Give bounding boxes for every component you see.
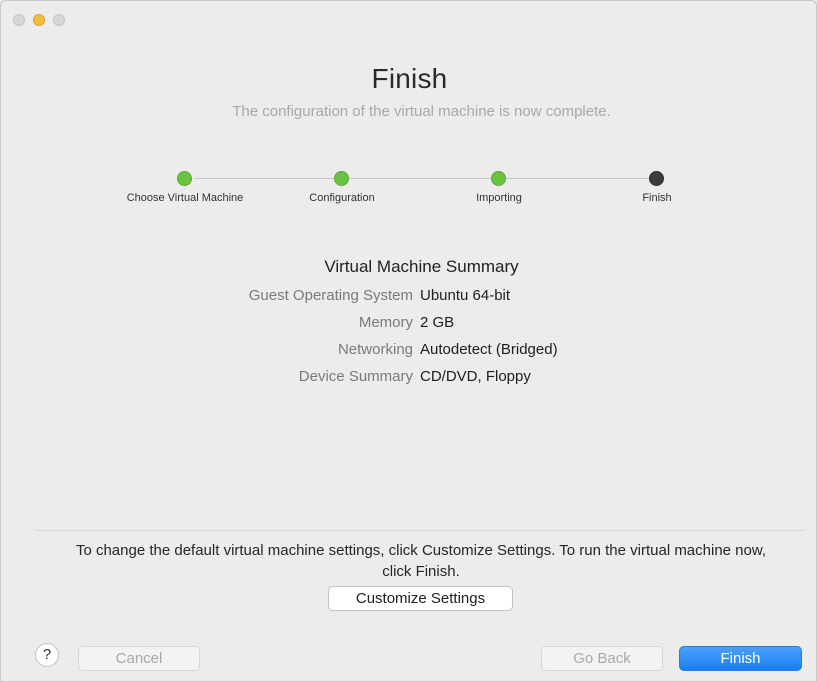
step-connector [349, 178, 491, 179]
finish-button[interactable]: Finish [679, 646, 802, 671]
summary-row-memory: Memory 2 GB [1, 314, 816, 336]
step-label-finish: Finish [642, 192, 672, 204]
summary-key: Guest Operating System [248, 287, 413, 304]
close-window-button[interactable] [13, 14, 25, 26]
summary-value: Autodetect (Bridged) [420, 341, 558, 358]
summary-row-networking: Networking Autodetect (Bridged) [1, 341, 816, 363]
step-2-done-indicator [334, 171, 349, 186]
summary-row-guest-os: Guest Operating System Ubuntu 64-bit [1, 287, 816, 309]
summary-row-device-summary: Device Summary CD/DVD, Floppy [1, 368, 816, 390]
customize-settings-button[interactable]: Customize Settings [328, 586, 513, 611]
help-button[interactable]: ? [35, 643, 59, 667]
step-4-current-indicator [649, 171, 664, 186]
step-1-done-indicator [177, 171, 192, 186]
vm-wizard-window: Finish The configuration of the virtual … [0, 0, 817, 682]
page-subtitle: The configuration of the virtual machine… [232, 103, 611, 120]
summary-key: Memory [358, 314, 413, 331]
page-title: Finish [371, 63, 448, 94]
divider [35, 530, 805, 531]
zoom-window-button[interactable] [53, 14, 65, 26]
customize-hint-text: To change the default virtual machine se… [75, 542, 767, 580]
step-connector [194, 178, 334, 179]
step-3-done-indicator [491, 171, 506, 186]
titlebar [1, 1, 816, 41]
summary-key: Networking [337, 341, 413, 358]
summary-heading: Virtual Machine Summary [324, 257, 519, 276]
step-label-choose-vm: Choose Virtual Machine [126, 192, 244, 204]
go-back-button[interactable]: Go Back [541, 646, 663, 671]
summary-value: 2 GB [420, 314, 455, 331]
step-label-importing: Importing [476, 192, 522, 204]
step-label-configuration: Configuration [309, 192, 375, 204]
summary-key: Device Summary [298, 368, 413, 385]
summary-value: Ubuntu 64-bit [420, 287, 511, 304]
summary-value: CD/DVD, Floppy [420, 368, 531, 385]
minimize-window-button[interactable] [33, 14, 45, 26]
cancel-button[interactable]: Cancel [78, 646, 200, 671]
step-connector [506, 178, 649, 179]
